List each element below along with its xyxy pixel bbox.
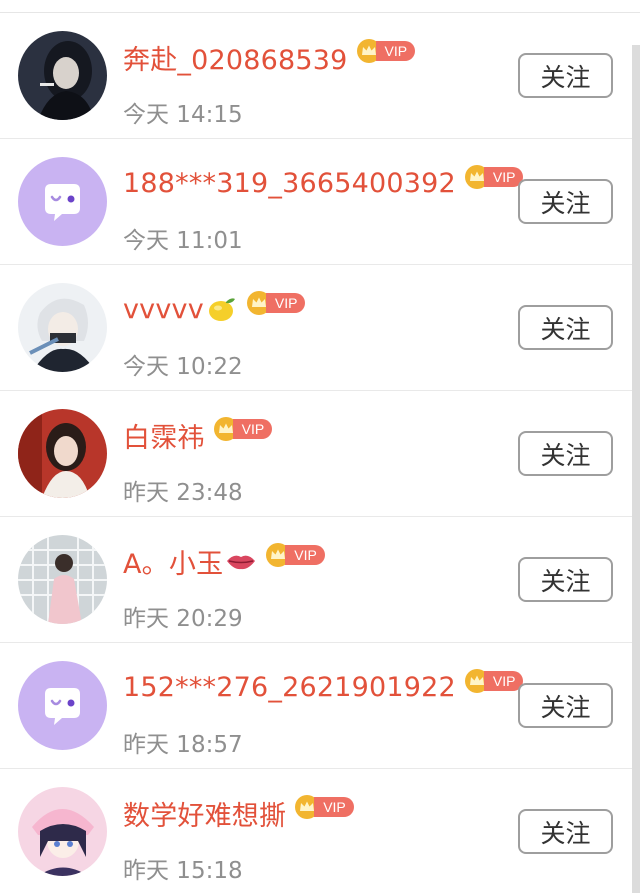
vip-badge: VIP [265,542,325,568]
follow-button[interactable]: 关注 [518,557,613,602]
timestamp: 今天 14:15 [123,102,243,128]
vip-badge: VIP [464,164,524,190]
vip-badge: VIP [464,668,524,694]
timestamp: 昨天 23:48 [123,480,243,506]
follow-button[interactable]: 关注 [518,179,613,224]
lemon-icon [208,298,235,321]
avatar[interactable] [18,157,107,246]
vip-badge: VIP [246,290,306,316]
timestamp: 昨天 15:18 [123,858,243,884]
avatar[interactable] [18,409,107,498]
follow-button[interactable]: 关注 [518,305,613,350]
follow-button[interactable]: 关注 [518,431,613,476]
timestamp: 昨天 18:57 [123,732,243,758]
follow-button[interactable]: 关注 [518,53,613,98]
timestamp: 昨天 20:29 [123,606,243,632]
list-item[interactable]: 152***276_2621901922 VIP 昨天 18:57 关注 [0,643,632,769]
follow-button[interactable]: 关注 [518,809,613,854]
list-item[interactable]: 数学好难想撕 VIP 昨天 15:18 关注 [0,769,632,895]
list-item[interactable]: A。小玉 VIP 昨天 20:29 关注 [0,517,632,643]
username: 白霂祎 [123,422,205,454]
avatar[interactable] [18,535,107,624]
vip-badge: VIP [213,416,273,442]
avatar[interactable] [18,787,107,876]
username: vvvvv [123,293,204,325]
vip-badge: VIP [294,794,354,820]
timestamp: 今天 10:22 [123,354,243,380]
lips-icon [227,555,256,570]
scrollbar[interactable] [632,45,640,893]
avatar[interactable] [18,661,107,750]
username: 152***276_2621901922 [123,671,456,703]
list-item[interactable]: 白霂祎 VIP 昨天 23:48 关注 [0,391,632,517]
list-item[interactable]: vvvvv VIP 今天 10:22 关注 [0,265,632,391]
list-item[interactable]: 奔赴_020868539 VIP 今天 14:15 关注 [0,13,632,139]
avatar[interactable] [18,283,107,372]
username: 数学好难想撕 [123,800,287,832]
username: 188***319_3665400392 [123,167,456,199]
avatar[interactable] [18,31,107,120]
vip-badge: VIP [356,38,416,64]
username: A。小玉 [123,548,224,580]
username: 奔赴_020868539 [123,44,348,76]
follow-button[interactable]: 关注 [518,683,613,728]
list-item[interactable]: 188***319_3665400392 VIP 今天 11:01 关注 [0,139,632,265]
timestamp: 今天 11:01 [123,228,243,254]
